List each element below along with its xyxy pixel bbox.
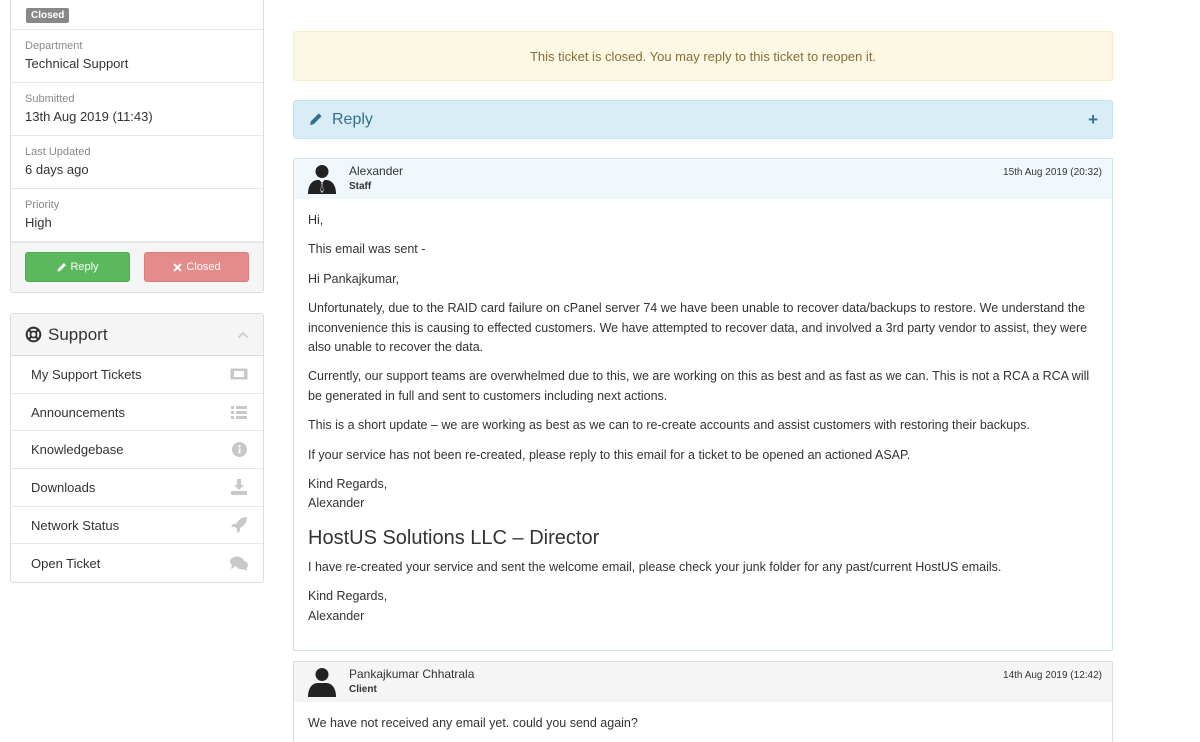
sidebar-item-open-ticket[interactable]: Open Ticket: [11, 544, 263, 582]
message-paragraph: If your service has not been re-created,…: [308, 447, 911, 462]
pencil-icon: [57, 262, 67, 271]
priority-value: High: [25, 215, 52, 230]
priority-label: Priority: [25, 199, 60, 211]
sidebar-item-knowledgebase[interactable]: Knowledgebase: [11, 431, 263, 470]
message-paragraph: I have re-created your service and sent …: [308, 559, 1002, 574]
last-updated-label: Last Updated: [25, 146, 91, 158]
support-panel: Support My Support Tickets Announcements…: [10, 313, 264, 584]
message-paragraph: We have not received any email yet. coul…: [308, 716, 638, 731]
sidebar-item-label: Network Status: [31, 517, 120, 533]
department-row: Department Technical Support: [11, 30, 263, 83]
submitted-row: Submitted 13th Aug 2019 (11:43): [11, 83, 263, 136]
signature-name: Alexander: [308, 496, 365, 511]
message-paragraph: This is a short update – we are working …: [308, 418, 1030, 433]
reply-button[interactable]: Reply: [25, 252, 130, 282]
download-icon: [230, 479, 248, 496]
message-author: Alexander: [349, 164, 404, 178]
sidebar-item-label: Knowledgebase: [31, 442, 124, 458]
client-message: Pankajkumar Chhatrala Client 14th Aug 20…: [293, 661, 1113, 742]
ticket-icon: [230, 366, 248, 382]
ticket-actions: Reply Closed: [11, 242, 263, 292]
comments-icon: [230, 555, 248, 571]
sidebar-item-network-status[interactable]: Network Status: [11, 507, 263, 545]
submitted-label: Submitted: [25, 93, 75, 105]
staff-message: Alexander Staff 15th Aug 2019 (20:32) Hi…: [293, 158, 1113, 652]
message-header: Pankajkumar Chhatrala Client 14th Aug 20…: [294, 662, 1112, 703]
message-date: 14th Aug 2019 (12:42): [1003, 670, 1102, 682]
message-paragraph: Hi,: [308, 213, 324, 227]
sidebar: Closed Department Technical Support Subm…: [10, 0, 264, 584]
message-signature: Kind Regards, Alexander: [308, 587, 1098, 626]
sidebar-item-my-support-tickets[interactable]: My Support Tickets: [11, 356, 263, 394]
sidebar-item-label: Announcements: [31, 404, 125, 420]
staff-avatar-icon: [308, 165, 336, 194]
sidebar-item-label: Downloads: [31, 479, 96, 495]
closed-button-label: Closed: [186, 261, 221, 273]
message-paragraph: Currently, our support teams are overwhe…: [308, 369, 1090, 403]
closed-button[interactable]: Closed: [144, 252, 249, 282]
message-paragraph: Hi Pankajkumar,: [308, 271, 400, 286]
life-ring-icon: [25, 326, 42, 343]
reply-button-label: Reply: [70, 261, 99, 273]
support-title: Support: [48, 324, 108, 344]
last-updated-value: 6 days ago: [25, 162, 89, 177]
reply-panel-label: Reply: [332, 110, 373, 128]
last-updated-row: Last Updated 6 days ago: [11, 136, 263, 189]
message-paragraph: Unfortunately, due to the RAID card fail…: [308, 301, 1088, 355]
ticket-info-panel: Closed Department Technical Support Subm…: [10, 0, 264, 293]
priority-row: Priority High: [11, 189, 263, 242]
department-value: Technical Support: [25, 56, 129, 71]
message-body: Hi, This email was sent - Hi Pankajkumar…: [294, 199, 1112, 650]
message-author: Pankajkumar Chhatrala: [349, 667, 475, 682]
sidebar-item-downloads[interactable]: Downloads: [11, 469, 263, 507]
status-row: Closed: [11, 0, 263, 30]
message-signature: Kind Regards, Alexander: [308, 475, 1098, 514]
info-icon: [230, 442, 248, 458]
rocket-icon: [230, 517, 248, 534]
signature-closing: Kind Regards,: [308, 589, 388, 604]
client-avatar-icon: [308, 668, 336, 698]
message-heading: HostUS Solutions LLC – Director: [308, 526, 600, 549]
sidebar-item-label: Open Ticket: [31, 555, 101, 571]
chevron-up-icon[interactable]: [237, 329, 249, 341]
status-badge: Closed: [26, 8, 70, 23]
submitted-value: 13th Aug 2019 (11:43): [25, 109, 153, 124]
ticket-closed-alert: This ticket is closed. You may reply to …: [293, 31, 1113, 81]
signature-name: Alexander: [308, 608, 365, 623]
support-heading[interactable]: Support: [11, 314, 263, 356]
signature-closing: Kind Regards,: [308, 477, 388, 492]
list-icon: [230, 404, 248, 420]
message-role: Client: [349, 684, 377, 696]
plus-icon[interactable]: +: [1088, 110, 1098, 130]
message-header: Alexander Staff 15th Aug 2019 (20:32): [294, 159, 1112, 199]
message-date: 15th Aug 2019 (20:32): [1003, 167, 1102, 178]
close-icon: [173, 262, 183, 272]
department-label: Department: [25, 40, 83, 52]
sidebar-item-announcements[interactable]: Announcements: [11, 394, 263, 432]
sidebar-item-label: My Support Tickets: [31, 366, 142, 382]
message-paragraph: This email was sent -: [308, 242, 426, 257]
reply-panel-toggle[interactable]: Reply +: [293, 100, 1113, 139]
message-body: We have not received any email yet. coul…: [294, 702, 1112, 742]
main-content: This ticket is closed. You may reply to …: [293, 0, 1113, 742]
message-role: Staff: [349, 181, 372, 192]
pencil-icon: [310, 113, 322, 125]
